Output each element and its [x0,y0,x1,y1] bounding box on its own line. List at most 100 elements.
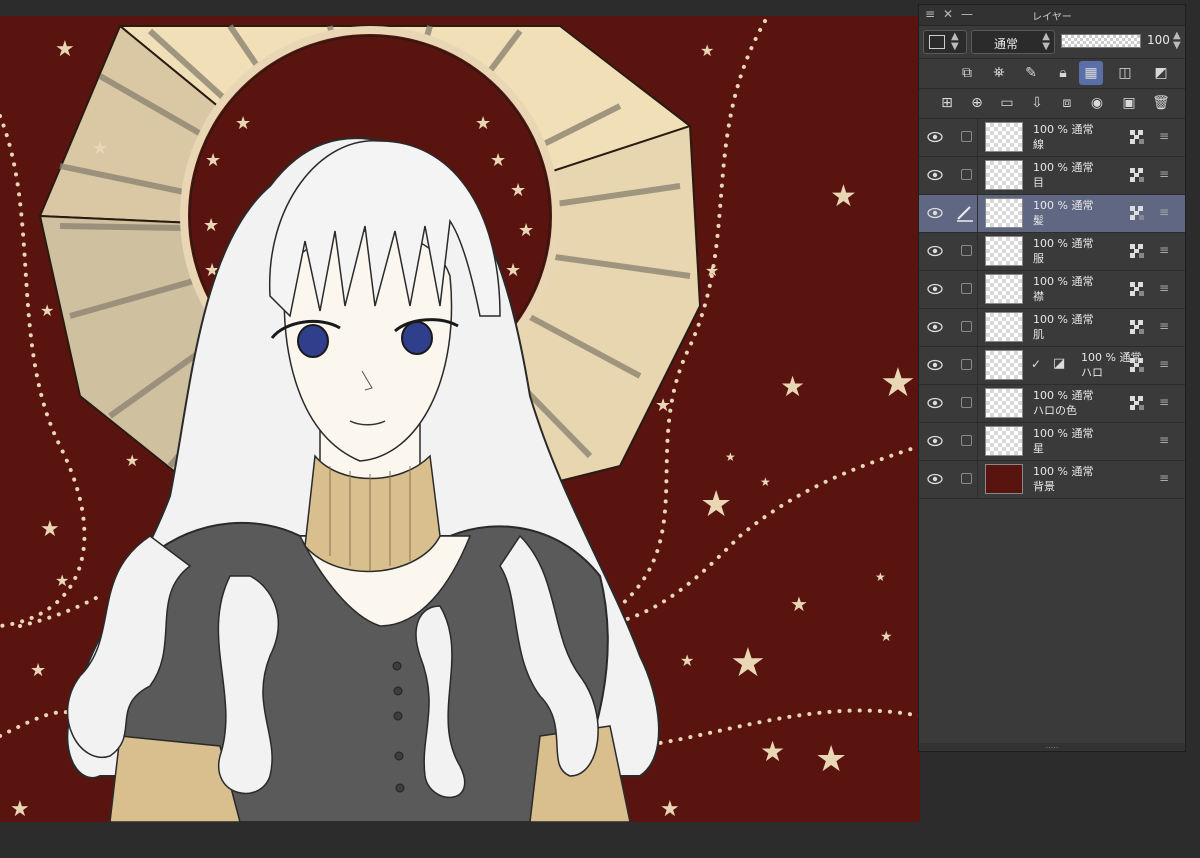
layer-select-checkbox[interactable] [961,397,972,408]
layer-menu-icon[interactable]: ≡ [1159,129,1171,143]
layer-opacity: 100 % [1033,427,1068,440]
mask-enable-icon[interactable]: ◫ [1113,61,1137,85]
reference-lock-icon[interactable] [1129,205,1145,221]
ruler-enable-icon[interactable]: ◩ [1149,61,1173,85]
visibility-eye-icon[interactable] [927,205,943,221]
new-folder-icon[interactable]: ▭ [995,91,1019,115]
svg-text:★: ★ [875,570,886,584]
layer-menu-icon[interactable]: ≡ [1159,357,1171,371]
layer-blend-mode: 通常 [1071,313,1094,326]
layer-thumbnail [985,388,1023,418]
layer-menu-icon[interactable]: ≡ [1159,433,1171,447]
layer-row-肌[interactable]: 100 % 通常 肌 ≡ [919,309,1185,347]
layer-menu-icon[interactable]: ≡ [1159,319,1171,333]
layer-select-checkbox[interactable] [961,359,972,370]
new-raster-layer-icon[interactable]: ⊞ [935,91,959,115]
layer-thumbnail [985,160,1023,190]
opacity-slider[interactable] [1061,34,1141,48]
blend-mode-select[interactable]: 通常 ▲ ▼ [971,30,1055,54]
layer-menu-icon[interactable]: ≡ [1159,281,1171,295]
svg-text:★: ★ [780,370,805,403]
clipping-icon[interactable]: ⧉ [955,61,979,85]
layer-name: 襟 [1033,290,1044,303]
reference-lock-icon[interactable] [1129,281,1145,297]
layer-blend-mode: 通常 [1071,237,1094,250]
layer-opacity: 100 % [1033,465,1068,478]
layer-menu-icon[interactable]: ≡ [1159,167,1171,181]
visibility-eye-icon[interactable] [927,395,943,411]
svg-text:★: ★ [30,660,46,681]
layer-select-checkbox[interactable] [961,321,972,332]
create-layer-mask-icon[interactable]: ◉ [1085,91,1109,115]
layer-color-selector[interactable]: ▲ ▼ [923,30,967,54]
layer-row-星[interactable]: 100 % 通常 星 ≡ [919,423,1185,461]
svg-text:★: ★ [760,735,785,768]
visibility-eye-icon[interactable] [927,357,943,373]
delete-layer-icon[interactable]: 🗑︎ [1149,91,1173,115]
opacity-spinner-icon[interactable]: ▲ ▼ [1173,31,1181,51]
visibility-eye-icon[interactable] [927,319,943,335]
reference-lock-icon[interactable] [1129,395,1145,411]
layer-info: 100 % 通常 ハロの色 [1033,388,1093,418]
layer-select-checkbox[interactable] [961,131,972,142]
layer-menu-icon[interactable]: ≡ [1159,395,1171,409]
reference-lock-icon[interactable] [1129,319,1145,335]
layer-opacity: 100 % [1033,199,1068,212]
layer-row-髪[interactable]: 100 % 通常 髪 ≡ [919,195,1185,233]
svg-text:★: ★ [40,301,54,320]
lock-transparency-icon[interactable]: ▦ [1079,61,1103,85]
layer-menu-icon[interactable]: ≡ [1159,471,1171,485]
layer-select-checkbox[interactable] [961,435,972,446]
layer-name: 髪 [1033,214,1044,227]
artwork-canvas[interactable]: ★ ★ ★ ★ ★ ★ ★ ★ ★ ★ ★ ★ ★ ★ ★ ★ ★ ★ ★ ★ ★ ★ ★ ★ ★ ★ ★… [0,16,920,822]
canvas-area[interactable]: ★ ★ ★ ★ ★ ★ ★ ★ ★ ★ ★ ★ ★ ★ ★ ★ ★ ★ ★ ★ ★ ★ ★ ★ ★ ★ ★… [0,0,1200,858]
svg-text:★: ★ [790,592,808,616]
apply-mask-icon[interactable]: ▣ [1117,91,1141,115]
lock-icon[interactable]: 🔒︎ [1051,61,1075,85]
visibility-eye-icon[interactable] [927,433,943,449]
svg-text:★: ★ [880,629,893,645]
new-vector-layer-icon[interactable]: ⊕ [965,91,989,115]
svg-text:★: ★ [680,651,694,670]
visibility-eye-icon[interactable] [927,167,943,183]
layer-row-ハロ[interactable]: 100 % 通常 ハロ ≡ ✓ ◪ [919,347,1185,385]
layer-list: 100 % 通常 線 ≡ 100 % 通常 目 ≡ 100 % 通常 髪 ≡ 1… [919,119,1185,499]
layer-menu-icon[interactable]: ≡ [1159,205,1171,219]
layer-panel-titlebar[interactable]: ≡ ✕ — レイヤー [919,5,1185,26]
layer-row-背景[interactable]: 100 % 通常 背景 ≡ [919,461,1185,499]
layer-panel: ≡ ✕ — レイヤー ▲▼ 通常 ▲▼ 100 ▲▼ ⧉ ⛯ ✎ 🔒︎ ▦ [918,4,1186,752]
reference-layer-icon[interactable]: ⛯ [987,61,1011,85]
draft-layer-icon[interactable]: ✎ [1019,61,1043,85]
reference-lock-icon[interactable] [1129,243,1145,259]
layer-menu-icon[interactable]: ≡ [1159,243,1171,257]
visibility-eye-icon[interactable] [927,243,943,259]
spinner-icon: ▲ ▼ [951,31,959,52]
panel-resize-handle[interactable]: ..... [919,742,1185,751]
visibility-eye-icon[interactable] [927,281,943,297]
visibility-eye-icon[interactable] [927,471,943,487]
layer-blend-mode: 通常 [1071,123,1094,136]
layer-row-線[interactable]: 100 % 通常 線 ≡ [919,119,1185,157]
visibility-eye-icon[interactable] [927,129,943,145]
layer-row-ハロの色[interactable]: 100 % 通常 ハロの色 ≡ [919,385,1185,423]
reference-lock-icon[interactable] [1129,167,1145,183]
reference-lock-icon[interactable] [1129,357,1145,373]
layer-select-checkbox[interactable] [961,245,972,256]
layer-select-checkbox[interactable] [961,169,972,180]
layer-row-襟[interactable]: 100 % 通常 襟 ≡ [919,271,1185,309]
layer-lock-toolbar: ⧉ ⛯ ✎ 🔒︎ ▦ ◫ ◩ [923,59,1181,87]
layer-thumbnail [985,464,1023,494]
layer-name: 線 [1033,138,1044,151]
opacity-value: 100 [1147,33,1170,47]
layer-row-目[interactable]: 100 % 通常 目 ≡ [919,157,1185,195]
svg-text:★: ★ [655,395,671,416]
layer-select-checkbox[interactable] [961,283,972,294]
reference-lock-icon[interactable] [1129,129,1145,145]
layer-select-checkbox[interactable] [961,473,972,484]
transfer-to-lower-layer-icon[interactable]: ⇩ [1025,91,1049,115]
combine-to-layer-below-icon[interactable]: ⧈ [1055,91,1079,115]
vector-layer-icon: ◪ [1053,356,1066,371]
svg-text:★: ★ [92,138,108,159]
layer-name: 目 [1033,176,1044,189]
layer-row-服[interactable]: 100 % 通常 服 ≡ [919,233,1185,271]
